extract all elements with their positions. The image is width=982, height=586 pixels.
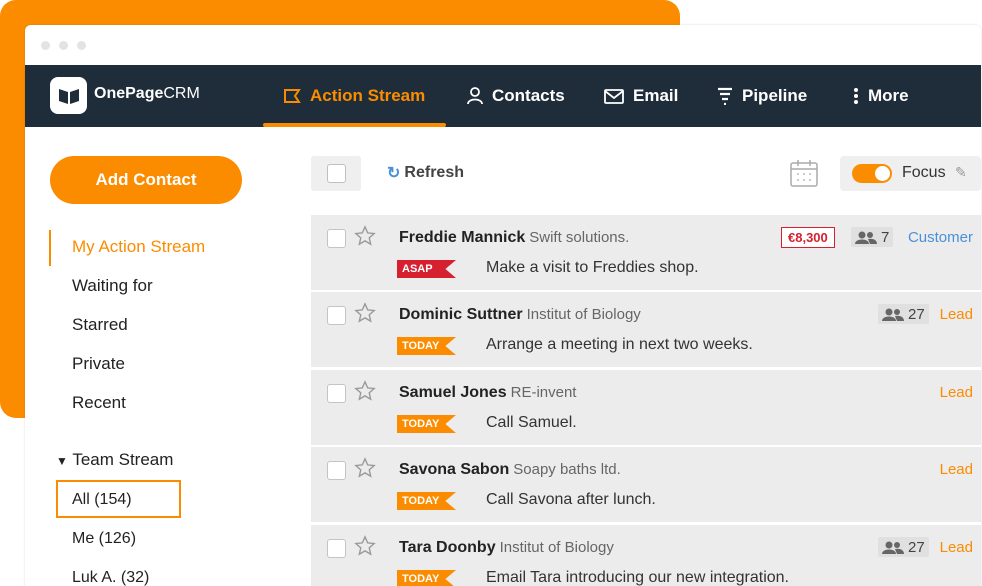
action-row[interactable]: Freddie Mannick Swift solutions. €8,300 7… xyxy=(311,215,981,290)
nav-label: Email xyxy=(633,86,679,105)
team-count-badge: 27 xyxy=(878,304,929,324)
nav-label: Contacts xyxy=(492,86,565,105)
star-icon[interactable] xyxy=(354,225,376,247)
contact-status: Lead xyxy=(939,306,973,323)
focus-control: Focus ✎ xyxy=(840,156,981,191)
contact-status: Lead xyxy=(939,539,973,556)
next-action[interactable]: Make a visit to Freddies shop. xyxy=(486,259,699,277)
star-icon[interactable] xyxy=(354,302,376,324)
next-action[interactable]: Call Samuel. xyxy=(486,414,577,432)
next-action[interactable]: Call Savona after lunch. xyxy=(486,491,656,509)
row-checkbox[interactable] xyxy=(327,306,346,325)
pencil-icon[interactable]: ✎ xyxy=(955,164,967,181)
next-action[interactable]: Arrange a meeting in next two weeks. xyxy=(486,336,753,354)
calendar-icon[interactable] xyxy=(789,158,819,193)
window-dot xyxy=(41,40,50,50)
action-stream-list: ↻ Refresh Focus ✎ Freddie Mannick Swift s… xyxy=(311,127,981,586)
star-icon[interactable] xyxy=(354,380,376,402)
priority-tag: TODAY xyxy=(397,415,456,433)
contact-status: Lead xyxy=(939,461,973,478)
add-contact-button[interactable]: Add Contact xyxy=(50,156,242,204)
team-item-all[interactable]: All (154) xyxy=(72,491,132,509)
priority-tag: ASAP xyxy=(397,260,456,278)
company-name: Institut of Biology xyxy=(499,539,614,556)
priority-tag: TODAY xyxy=(397,570,456,586)
sidebar: Add Contact My Action Stream Waiting for… xyxy=(25,127,311,586)
caret-down-icon: ▼ xyxy=(56,454,68,468)
refresh-button[interactable]: ↻ Refresh xyxy=(387,163,464,183)
pipeline-icon xyxy=(718,87,732,105)
contact-status: Lead xyxy=(939,384,973,401)
team-count-badge: 27 xyxy=(878,537,929,557)
sidebar-item-starred[interactable]: Starred xyxy=(72,315,128,335)
nav-more[interactable]: More xyxy=(853,65,909,127)
next-action[interactable]: Email Tara introducing our new integrati… xyxy=(486,569,789,586)
nav-label: More xyxy=(868,86,909,105)
action-stream-icon xyxy=(284,89,301,103)
star-icon[interactable] xyxy=(354,535,376,557)
action-row[interactable]: Dominic Suttner Institut of Biology 27 Le… xyxy=(311,292,981,367)
deal-amount-badge: €8,300 xyxy=(781,227,835,248)
row-checkbox[interactable] xyxy=(327,384,346,403)
sidebar-item-my-action-stream[interactable]: My Action Stream xyxy=(72,237,205,257)
sidebar-item-recent[interactable]: Recent xyxy=(72,393,126,413)
sidebar-item-private[interactable]: Private xyxy=(72,354,125,374)
nav-label: Action Stream xyxy=(310,86,426,105)
active-item-indicator xyxy=(49,230,51,266)
contact-status: Customer xyxy=(907,229,973,246)
contact-name[interactable]: Savona Sabon Soapy baths ltd. xyxy=(399,461,621,479)
nav-pipeline[interactable]: Pipeline xyxy=(717,65,807,127)
top-navbar: OnePageCRM Action Stream Contacts Email … xyxy=(25,65,981,127)
action-row[interactable]: Tara Doonby Institut of Biology 27 Lead T… xyxy=(311,525,981,586)
star-icon[interactable] xyxy=(354,457,376,479)
action-row[interactable]: Samuel Jones RE-invent Lead TODAY Call Sa… xyxy=(311,370,981,445)
row-checkbox[interactable] xyxy=(327,539,346,558)
priority-tag: TODAY xyxy=(397,337,456,355)
window-chrome xyxy=(25,25,981,65)
more-vertical-icon xyxy=(854,88,858,104)
app-window: OnePageCRM Action Stream Contacts Email … xyxy=(25,25,981,586)
contact-name[interactable]: Tara Doonby Institut of Biology xyxy=(399,539,614,557)
nav-contacts[interactable]: Contacts xyxy=(467,65,565,127)
company-name: Soapy baths ltd. xyxy=(513,461,621,478)
priority-tag: TODAY xyxy=(397,492,456,510)
people-icon xyxy=(855,231,877,244)
select-all-checkbox-wrap xyxy=(311,156,361,191)
team-stream-toggle[interactable]: ▼ Team Stream xyxy=(56,450,173,470)
company-name: Swift solutions. xyxy=(529,229,630,246)
sidebar-item-waiting-for[interactable]: Waiting for xyxy=(72,276,153,296)
logo-icon[interactable] xyxy=(50,77,87,114)
brand-name: OnePageCRM xyxy=(94,85,200,102)
refresh-label: Refresh xyxy=(404,164,464,181)
contact-name[interactable]: Samuel Jones RE-invent xyxy=(399,384,576,402)
contacts-icon xyxy=(467,87,483,105)
team-item-luk[interactable]: Luk A. (32) xyxy=(72,569,149,586)
row-checkbox[interactable] xyxy=(327,461,346,480)
nav-action-stream[interactable]: Action Stream xyxy=(283,65,425,127)
select-all-checkbox[interactable] xyxy=(327,164,346,183)
nav-label: Pipeline xyxy=(742,86,808,105)
window-dot xyxy=(59,40,68,50)
action-row[interactable]: Savona Sabon Soapy baths ltd. Lead TODAY … xyxy=(311,447,981,522)
focus-toggle[interactable] xyxy=(852,164,892,183)
window-dot xyxy=(77,40,86,50)
toggle-knob xyxy=(875,166,890,181)
row-checkbox[interactable] xyxy=(327,229,346,248)
people-icon xyxy=(882,541,904,554)
people-icon xyxy=(882,308,904,321)
contact-name[interactable]: Dominic Suttner Institut of Biology xyxy=(399,306,641,324)
contact-name[interactable]: Freddie Mannick Swift solutions. xyxy=(399,229,629,247)
focus-label: Focus xyxy=(902,164,946,181)
email-icon xyxy=(604,88,624,104)
team-item-me[interactable]: Me (126) xyxy=(72,530,136,548)
team-stream-title: Team Stream xyxy=(72,450,174,469)
company-name: Institut of Biology xyxy=(526,306,641,323)
nav-email[interactable]: Email xyxy=(604,65,678,127)
team-count-badge: 7 xyxy=(851,227,894,247)
refresh-icon: ↻ xyxy=(387,165,401,182)
company-name: RE-invent xyxy=(510,384,577,401)
